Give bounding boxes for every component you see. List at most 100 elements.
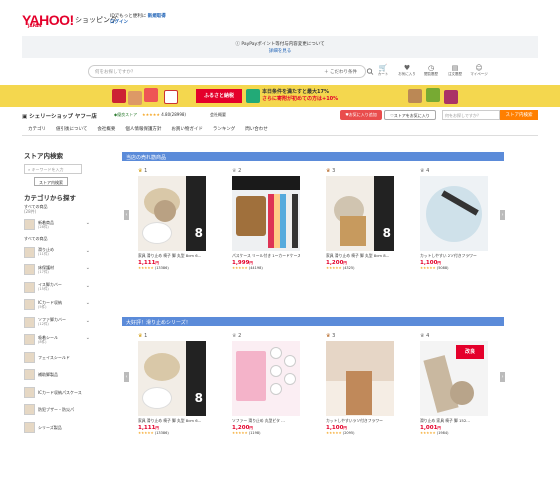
product-name[interactable]: 家具 滑り止め 椅子 脚 丸型 8cm 6… — [138, 253, 206, 259]
search-placeholder: 何をお探しですか？ — [95, 70, 136, 75]
chevron-down-icon[interactable]: ⌄ — [86, 318, 90, 324]
chevron-down-icon[interactable]: ⌄ — [86, 266, 90, 271]
chevron-down-icon[interactable]: ⌄ — [86, 283, 90, 289]
product-name[interactable]: カットしやすいラソ付きフラワー — [326, 418, 394, 424]
banner-line1: 本日条件を満たすと最大17% — [262, 89, 329, 95]
category-item[interactable]: 床保護材 (17件) ⌄ — [24, 261, 94, 279]
product-reviews: ★★★★★ (2095) — [326, 431, 394, 435]
category-item[interactable]: シリーズ製品 — [24, 419, 94, 437]
category-thumb — [24, 386, 35, 398]
campaign-banner[interactable]: ふるさと納税 本日条件を満たすと最大17% さらに寄附が初めての方は+10% — [0, 85, 560, 107]
category-item[interactable]: 防犯ブザー・防災パ — [24, 401, 94, 419]
store-bar: ▣ シェリーショップ ヤフー店 ◆優良ストア ★★★★★ 4.80(28998)… — [22, 110, 538, 124]
banner-art — [164, 90, 178, 104]
nav-company[interactable]: 会社概要 — [97, 126, 115, 135]
product-name[interactable]: パスケース リール付き 1ーカードケース — [232, 253, 300, 259]
store-nav: カテゴリ 値引後について 会社概要 個人情報保護方針 お買い物ガイド ランキング… — [22, 126, 538, 136]
store-name[interactable]: ▣ シェリーショップ ヤフー店 — [22, 112, 97, 120]
add-store-button[interactable]: ♡ストアをお気に入り — [384, 110, 436, 120]
product-card[interactable]: ♛ 1 8 家具 滑り止め 椅子 脚 丸型 8cm 6… 1,111円 ★★★★… — [138, 333, 206, 435]
product-image[interactable] — [326, 341, 394, 416]
carousel-next-arrow[interactable]: › — [500, 372, 505, 382]
yahoo-logo-sub: JAPAN — [28, 23, 42, 28]
carousel-prev-arrow[interactable]: ‹ — [124, 210, 129, 220]
nav-contact[interactable]: 問い合わせ — [245, 126, 268, 135]
sidebar-search-input[interactable]: ⌕ キーワードを入力 — [24, 164, 82, 174]
category-thumb — [24, 246, 35, 258]
product-card[interactable]: ♛ 1 8 家具 滑り止め 椅子 脚 丸型 8cm 6… 1,111円 ★★★★… — [138, 168, 206, 270]
chevron-down-icon[interactable]: ⌄ — [86, 221, 90, 226]
favorites-button[interactable]: ♥ お気に入り — [398, 64, 416, 77]
product-image[interactable]: 改良 — [420, 341, 488, 416]
nav-guide[interactable]: お買い物ガイド — [171, 126, 203, 135]
history-button[interactable]: ◷ 閲覧履歴 — [422, 64, 440, 77]
category-item[interactable]: ICカード収納 (5件) ⌄ — [24, 296, 94, 314]
store-search-input[interactable]: 何をお探しですか？ — [442, 110, 500, 120]
product-name[interactable]: 滑り止め 家具 椅子 脚 152… — [420, 418, 488, 424]
notice-bar: ⓘ PayPayポイント等付与内容変更について 詳細を見る — [22, 36, 538, 58]
sidebar-search-button[interactable]: ストア内検索 — [34, 177, 68, 186]
product-card[interactable]: ♛ 4 カットしやすい 2ソ付きフラワー 1,100円 ★★★★★ (5088) — [420, 168, 488, 270]
category-item[interactable]: ソファ脚カバー (12件) ⌄ — [24, 314, 94, 332]
carousel-next-arrow[interactable]: › — [500, 210, 505, 220]
category-label: ICカード収納パスケース — [38, 389, 82, 395]
nav-category[interactable]: カテゴリ — [28, 126, 46, 135]
product-name[interactable]: ソファー 滑り止め 丸型ピタ … — [232, 418, 300, 424]
category-item[interactable]: イス脚カバー (15件) ⌄ — [24, 279, 94, 297]
favorites-label: お気に入り — [398, 72, 416, 76]
product-image[interactable]: 8 — [326, 176, 394, 251]
search-input[interactable]: 何をお探しですか？ ＋ こだわり条件 — [88, 65, 366, 78]
product-reviews: ★★★★★ (44198) — [232, 266, 300, 270]
category-all-count: (28件) — [24, 209, 37, 214]
category-all[interactable]: すべての商品 (28件) — [24, 204, 94, 214]
category-item[interactable]: 新着商品 (28件) ⌄ — [24, 216, 94, 234]
product-image[interactable]: 8 — [138, 176, 206, 251]
chevron-down-icon[interactable]: ⌄ — [86, 336, 90, 341]
chevron-down-icon[interactable]: ⌄ — [86, 301, 90, 306]
nav-privacy[interactable]: 個人情報保護方針 — [125, 126, 161, 135]
product-image[interactable]: 8 — [138, 341, 206, 416]
product-image[interactable] — [420, 176, 488, 251]
category-item[interactable]: フェイスシールド — [24, 349, 94, 367]
category-count: (17件) — [38, 269, 49, 274]
login-link[interactable]: ログイン — [110, 20, 128, 25]
product-image[interactable] — [232, 341, 300, 416]
product-card[interactable]: ♛ 3 カットしやすいラソ付きフラワー 1,100円 ★★★★★ (2095) — [326, 333, 394, 435]
notice-detail-link[interactable]: 詳細を見る — [22, 48, 538, 55]
cart-button[interactable]: 🛒 カート — [374, 64, 392, 77]
search-condition-button[interactable]: ＋ こだわり条件 — [324, 69, 357, 75]
product-image[interactable] — [232, 176, 300, 251]
product-name[interactable]: カットしやすい 2ソ付きフラワー — [420, 253, 488, 259]
chevron-down-icon[interactable]: ⌄ — [86, 248, 90, 254]
product-card[interactable]: ♛ 4 改良 滑り止め 家具 椅子 脚 152… 1,001円 ★★★★★ (1… — [420, 333, 488, 435]
product-card[interactable]: ♛ 2 パスケース リール付き 1ーカードケース 1,999円 ★★★★★ (4… — [232, 168, 300, 270]
category-item[interactable]: ICカード収納パスケース — [24, 384, 94, 402]
header-account-links: IDでもっと便利に 新規取得 ログイン — [110, 14, 166, 26]
order-button[interactable]: ▤ 注文履歴 — [446, 64, 464, 77]
carousel-prev-arrow[interactable]: ‹ — [124, 372, 129, 382]
category-count: (12件) — [38, 322, 49, 327]
category-item[interactable]: 吸着シール (8件) ⌄ — [24, 331, 94, 349]
nav-ranking[interactable]: ランキング — [213, 126, 235, 135]
category-item[interactable]: 滑り止め (11件) ⌄ — [24, 244, 94, 262]
product-card[interactable]: ♛ 3 8 家具 滑り止め 椅子 脚 丸型 8cm 8… 1,200円 ★★★★… — [326, 168, 394, 270]
review-stars: ★★★★★ — [420, 431, 436, 435]
company-link[interactable]: 会社概要 — [210, 112, 226, 118]
product-name[interactable]: 家具 滑り止め 椅子 脚 丸型 8cm 6… — [138, 418, 206, 424]
category-item[interactable]: 補助脚製品 — [24, 366, 94, 384]
store-name-text: シェリーショップ ヤフー店 — [29, 114, 97, 120]
register-link[interactable]: 新規取得 — [148, 14, 166, 19]
product-name[interactable]: 家具 滑り止め 椅子 脚 丸型 8cm 8… — [326, 253, 394, 259]
review-stars: ★★★★★ — [138, 266, 154, 270]
favorite-store-button[interactable]: ♥お気に入り追加 — [340, 110, 382, 120]
store-search-button[interactable]: ストア内検索 — [500, 110, 538, 120]
category-thumb — [24, 334, 35, 346]
nav-discount[interactable]: 値引後について — [56, 126, 87, 135]
store-rating[interactable]: ★★★★★ 4.80(28998) — [142, 112, 186, 117]
mypage-button[interactable]: ☺ マイページ — [470, 64, 488, 77]
id-promo-text: IDでもっと便利に — [110, 14, 147, 19]
category-thumb — [24, 299, 35, 311]
product-card[interactable]: ♛ 2 ソファー 滑り止め 丸型ピタ … 1,200円 ★★★★★ (1198) — [232, 333, 300, 435]
category-item[interactable]: すべての商品 — [24, 234, 94, 244]
search-button[interactable] — [366, 65, 374, 78]
